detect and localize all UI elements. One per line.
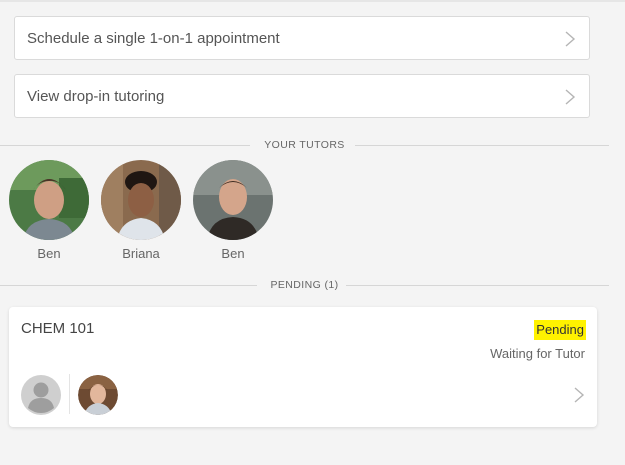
tutor-card-ben-1[interactable]: Ben xyxy=(8,160,90,262)
status-badge: Pending xyxy=(534,320,586,340)
tutor-avatar xyxy=(193,160,273,240)
chevron-right-icon xyxy=(565,31,576,47)
default-user-icon xyxy=(21,375,61,415)
schedule-appointment-label: Schedule a single 1-on-1 appointment xyxy=(27,29,280,47)
tutor-name: Briana xyxy=(122,246,160,261)
tutor-avatar xyxy=(101,160,181,240)
tutor-name: Ben xyxy=(221,246,245,261)
view-drop-in-label: View drop-in tutoring xyxy=(27,87,165,105)
chevron-right-icon[interactable] xyxy=(573,386,585,404)
avatar-separator xyxy=(69,374,70,414)
pending-request-card[interactable]: CHEM 101 Pending Waiting for Tutor xyxy=(9,307,597,427)
course-title: CHEM 101 xyxy=(21,320,95,337)
tutor-card-ben-2[interactable]: Ben xyxy=(192,160,274,262)
tutor-card-briana[interactable]: Briana xyxy=(100,160,182,262)
tutor-avatar-small xyxy=(78,375,118,415)
chevron-right-icon xyxy=(565,89,576,105)
top-border xyxy=(0,0,625,2)
tutor-avatar xyxy=(9,160,89,240)
tutor-name: Ben xyxy=(37,246,61,261)
pending-section-header: PENDING (1) xyxy=(270,279,339,291)
tutors-section-divider: YOUR TUTORS xyxy=(0,139,609,151)
tutors-section-header: YOUR TUTORS xyxy=(264,139,345,151)
status-detail: Waiting for Tutor xyxy=(490,346,585,361)
schedule-appointment-button[interactable]: Schedule a single 1-on-1 appointment xyxy=(14,16,590,60)
view-drop-in-button[interactable]: View drop-in tutoring xyxy=(14,74,590,118)
pending-section-divider: PENDING (1) xyxy=(0,279,609,291)
